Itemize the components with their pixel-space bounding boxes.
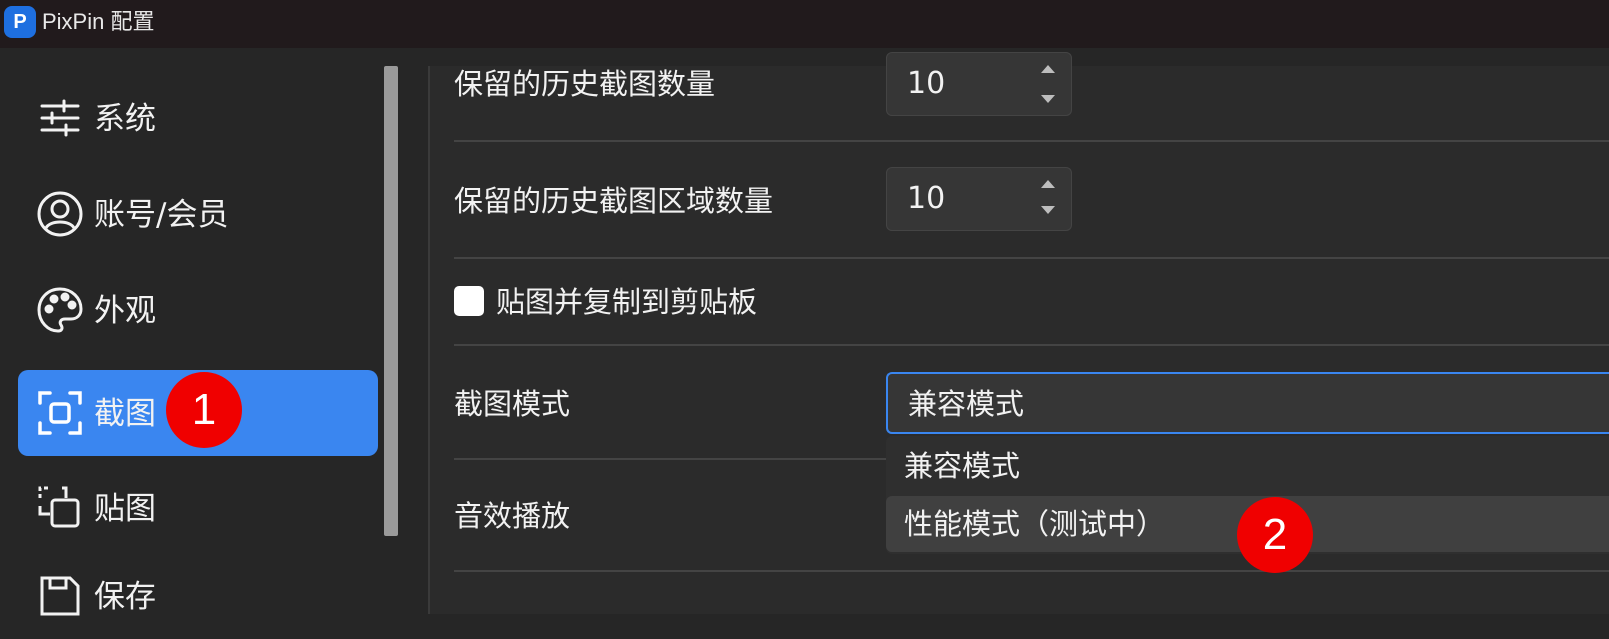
sidebar-item-label: 贴图 (94, 491, 156, 527)
palette-icon (36, 286, 84, 334)
history-region-count-label: 保留的历史截图区域数量 (454, 184, 774, 218)
history-count-spinbox[interactable]: 10 (886, 52, 1072, 116)
title-bar: P PixPin 配置 (0, 0, 1609, 48)
sidebar-item-label: 截图 (94, 396, 156, 432)
user-circle-icon (36, 190, 84, 238)
history-count-value: 10 (907, 66, 946, 101)
annotation-badge-2: 2 (1237, 497, 1313, 573)
capture-mode-selected: 兼容模式 (908, 387, 1025, 421)
divider (454, 140, 1609, 142)
sound-effect-label: 音效播放 (454, 499, 571, 533)
sidebar-item-pin[interactable]: 贴图 (18, 465, 378, 551)
sliders-icon (36, 94, 84, 142)
sidebar-item-system[interactable]: 系统 (18, 75, 378, 161)
pin-image-icon (36, 484, 84, 532)
divider (454, 257, 1609, 259)
copy-on-pin-checkbox[interactable] (454, 286, 484, 316)
history-region-count-value: 10 (907, 181, 946, 216)
capture-mode-label: 截图模式 (454, 387, 571, 421)
divider (454, 344, 1609, 346)
screenshot-frame-icon (36, 389, 84, 437)
spin-up-icon[interactable] (1041, 65, 1055, 73)
sidebar-item-label: 保存 (94, 579, 156, 615)
spin-down-icon[interactable] (1041, 95, 1055, 103)
dropdown-option-compat[interactable]: 兼容模式 (886, 438, 1609, 494)
copy-on-pin-label: 贴图并复制到剪贴板 (496, 285, 758, 319)
window-title: PixPin 配置 (42, 9, 155, 34)
sidebar-item-save[interactable]: 保存 (18, 553, 378, 639)
sidebar-item-label: 系统 (94, 101, 156, 137)
app-logo: P (4, 6, 36, 38)
sidebar-item-account[interactable]: 账号/会员 (18, 171, 378, 257)
spin-up-icon[interactable] (1041, 180, 1055, 188)
annotation-badge-1: 1 (166, 372, 242, 448)
sidebar-item-label: 外观 (94, 293, 156, 329)
sidebar-item-appearance[interactable]: 外观 (18, 267, 378, 353)
spin-down-icon[interactable] (1041, 206, 1055, 214)
divider (454, 570, 1609, 572)
option-label: 兼容模式 (904, 449, 1021, 483)
option-label: 性能模式（测试中） (904, 507, 1166, 541)
history-count-label: 保留的历史截图数量 (454, 67, 716, 101)
history-region-count-spinbox[interactable]: 10 (886, 167, 1072, 231)
save-icon (36, 572, 84, 620)
sidebar-item-label: 账号/会员 (94, 197, 229, 233)
sidebar-scrollbar[interactable] (384, 66, 398, 536)
capture-mode-select[interactable]: 兼容模式 (886, 372, 1609, 434)
sidebar: 系统 账号/会员 外观 截图 贴图 保存 (0, 48, 400, 616)
